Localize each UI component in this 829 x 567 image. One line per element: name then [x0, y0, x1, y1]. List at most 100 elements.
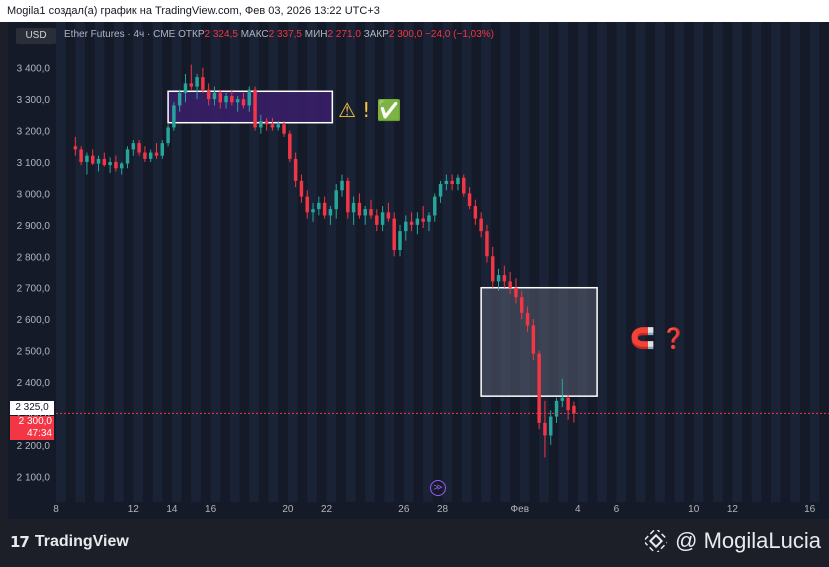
candle-body — [276, 124, 280, 128]
y-tick-label: 3 000,0 — [17, 189, 51, 200]
candle-body — [386, 212, 391, 219]
candle-body — [183, 83, 188, 93]
candle-body — [143, 152, 147, 159]
candle-body — [206, 89, 211, 100]
candle-body — [380, 212, 385, 225]
session-band — [384, 22, 395, 502]
x-tick-label: 6 — [614, 504, 620, 515]
chart-area[interactable]: 3 400,0 3 300,0 3 200,0 3 100,0 3 000,0 2 900… — [8, 22, 829, 519]
session-band — [345, 22, 356, 502]
candle-body — [433, 196, 437, 216]
x-tick-label: 12 — [128, 504, 140, 515]
session-band — [113, 22, 124, 502]
candle-body — [566, 397, 570, 411]
lower-zone-marks: 🧲 ❓ — [630, 326, 687, 350]
candle-body — [525, 312, 530, 326]
candle-body — [502, 275, 507, 282]
chart-header: Mogila1 создал(а) график на TradingView.… — [0, 0, 829, 22]
session-band — [809, 22, 820, 502]
x-tick-label: 4 — [575, 504, 581, 515]
candle-body — [154, 152, 159, 156]
session-band — [655, 22, 665, 502]
candle-body — [450, 180, 454, 184]
candle-body — [73, 146, 78, 150]
session-band — [75, 22, 85, 502]
legend-high-label: МАКС — [240, 29, 269, 40]
session-band — [732, 22, 743, 502]
countdown: 47:34 — [26, 428, 52, 439]
legend-high: 2 337,5 — [268, 29, 302, 40]
last-price-value: 2 300,0 — [18, 416, 52, 427]
candle-body — [85, 155, 89, 162]
candle-body — [456, 177, 460, 184]
x-tick-label: 16 — [205, 504, 217, 515]
candle-body — [514, 287, 518, 298]
session-band — [693, 22, 704, 502]
candle-body — [491, 256, 495, 282]
legend-low-label: МИН — [304, 29, 328, 40]
candle-body — [496, 275, 501, 282]
binance-diamond-icon — [645, 530, 668, 552]
session-band — [56, 22, 66, 502]
candle-body — [114, 162, 118, 169]
x-tick-label: Фев — [511, 504, 529, 515]
candle-body — [340, 180, 344, 191]
candle-body — [212, 92, 217, 100]
x-tick-label: 28 — [437, 504, 449, 515]
session-band — [133, 22, 143, 502]
y-tick-label: 3 200,0 — [17, 127, 51, 138]
session-band — [461, 22, 472, 502]
y-tick-label: 2 600,0 — [17, 315, 51, 326]
candle-body — [189, 83, 194, 87]
y-tick-label: 2 900,0 — [17, 221, 51, 232]
replay-icon[interactable]: ≫ — [430, 480, 446, 496]
watermark-text: @ MogilaLucia — [675, 528, 821, 553]
y-tick-label: 2 500,0 — [17, 347, 51, 358]
y-tick-label: 2 200,0 — [17, 441, 51, 452]
session-band — [558, 22, 569, 502]
session-band — [635, 22, 646, 502]
chart-svg[interactable]: 3 400,0 3 300,0 3 200,0 3 100,0 3 000,0 2 900… — [8, 22, 829, 519]
candle-body — [119, 163, 124, 169]
candle-body — [305, 196, 309, 213]
candle-body — [125, 149, 130, 164]
x-tick-label: 10 — [688, 504, 700, 515]
candle-body — [160, 143, 165, 156]
session-band — [94, 22, 105, 502]
candle-body — [572, 405, 576, 414]
candle-body — [543, 422, 547, 436]
candle-body — [96, 158, 101, 164]
x-tick-label: 14 — [166, 504, 178, 515]
x-tick-label: 22 — [321, 504, 333, 515]
candle-body — [282, 124, 286, 134]
legend-open: 2 324,5 — [204, 29, 238, 40]
prev-close-label: 2 325,0 — [10, 401, 54, 415]
session-band — [442, 22, 453, 502]
session-band — [771, 22, 781, 502]
candle-body — [317, 202, 321, 210]
tv-logo-icon: 17 — [10, 533, 30, 551]
candle-body — [427, 215, 431, 222]
candle-body — [247, 89, 251, 106]
candle-body — [537, 353, 541, 423]
candle-body — [201, 77, 205, 90]
candle-body — [224, 96, 228, 103]
candle-body — [415, 218, 420, 225]
candle-body — [351, 202, 356, 213]
currency-button[interactable]: USD — [16, 28, 56, 44]
candle-body — [90, 155, 95, 164]
x-tick-label: 16 — [804, 504, 816, 515]
y-tick-label: 3 400,0 — [17, 64, 51, 75]
candle-body — [235, 99, 240, 103]
x-tick-label: 26 — [398, 504, 410, 515]
session-band — [674, 22, 685, 502]
author-watermark: @ MogilaLucia — [645, 528, 821, 554]
session-band — [751, 22, 762, 502]
candle-body — [369, 209, 373, 216]
legend-open-label: ОТКР — [178, 29, 205, 40]
candle-body — [293, 158, 298, 181]
x-tick-label: 12 — [727, 504, 739, 515]
candle-body — [322, 202, 327, 216]
candle-body — [346, 180, 350, 213]
session-band — [481, 22, 491, 502]
